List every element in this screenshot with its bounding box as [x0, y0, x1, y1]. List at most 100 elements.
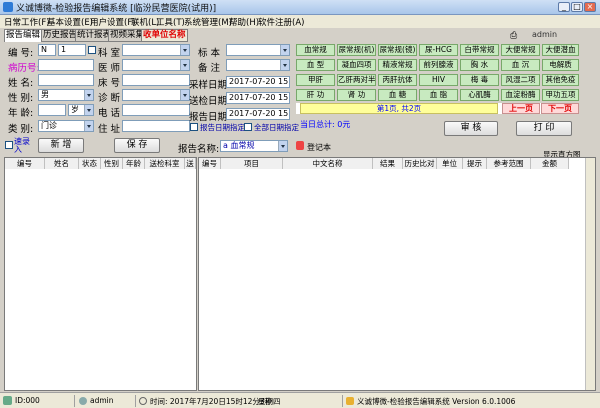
collect-date-input[interactable]: 2017-07-20 15:01 — [226, 76, 290, 88]
diag-select[interactable] — [122, 89, 190, 101]
sample-select[interactable] — [226, 44, 290, 56]
item-button[interactable]: 风湿二项 — [501, 74, 540, 86]
item-button[interactable]: 大便常规 — [501, 44, 540, 56]
item-button[interactable]: 精液常规 — [378, 59, 417, 71]
maximize-button[interactable]: □ — [571, 2, 583, 12]
category-select[interactable]: 门诊 — [38, 120, 94, 132]
quick-entry-checkbox[interactable] — [5, 141, 13, 149]
item-button[interactable]: 血 脂 — [419, 89, 458, 101]
doctor-select[interactable] — [122, 59, 190, 71]
item-button[interactable]: HIV — [419, 74, 458, 86]
col-header[interactable]: 中文名称 — [283, 158, 373, 169]
report-date-input[interactable]: 2017-07-20 15:01 — [226, 108, 290, 120]
col-header[interactable]: 年龄 — [123, 158, 145, 169]
age-input[interactable] — [38, 104, 66, 116]
item-button[interactable]: 白带常规 — [460, 44, 499, 56]
tab-report-edit[interactable]: 报告编辑 — [4, 29, 43, 42]
case-label: 病历号: — [8, 63, 40, 74]
vertical-scrollbar[interactable] — [585, 158, 595, 390]
no-label: 编 号: — [8, 48, 34, 59]
tab-unit-name[interactable]: 收单位名称 — [141, 29, 188, 42]
status-app-version: 义诚博微-检验报告编辑系统 Version 6.0.1006 — [357, 397, 516, 406]
item-button[interactable]: 丙肝抗体 — [378, 74, 417, 86]
item-button[interactable]: 甲肝 — [296, 74, 335, 86]
address-input[interactable] — [122, 120, 190, 132]
menu-register[interactable]: 软件注册(A) — [258, 16, 304, 28]
room-select[interactable] — [122, 44, 190, 56]
col-header[interactable]: 送检科室 — [145, 158, 185, 169]
minimize-button[interactable]: _ — [558, 2, 570, 12]
col-header[interactable]: 姓名 — [45, 158, 79, 169]
notebook-icon[interactable] — [296, 141, 304, 150]
patient-list-table[interactable]: 编号 姓名 状态 性别 年龄 送检科室 送 — [4, 157, 197, 391]
item-button[interactable]: 心肌酶 — [460, 89, 499, 101]
sample-label: 标 本 — [198, 48, 221, 59]
item-button[interactable]: 其他免疫 — [542, 74, 579, 86]
no-input[interactable]: 1 — [58, 44, 86, 56]
no-prefix-select[interactable]: N — [38, 44, 56, 56]
sex-select[interactable]: 男 — [38, 89, 94, 101]
item-button[interactable]: 肝 功 — [296, 89, 335, 101]
item-button[interactable]: 尿常规(镜) — [378, 44, 417, 56]
item-button[interactable]: 前列腺液 — [419, 59, 458, 71]
add-button[interactable]: 新 增 — [38, 138, 84, 153]
col-header[interactable]: 送 — [185, 158, 196, 169]
age-unit-select[interactable]: 岁 — [68, 104, 94, 116]
close-button[interactable]: × — [584, 2, 596, 12]
item-button[interactable]: 大便潜血 — [542, 44, 579, 56]
menu-tools[interactable]: 工具(T) — [156, 16, 185, 28]
phone-input[interactable] — [122, 104, 190, 116]
print-button[interactable]: 打 印 — [516, 121, 572, 136]
menu-user[interactable]: 用户设置(F) — [90, 16, 136, 28]
col-header[interactable]: 结果 — [373, 158, 403, 169]
item-button[interactable]: 甲功五项 — [542, 89, 579, 101]
send-date-label: 送检日期 — [189, 96, 228, 107]
name-label: 姓 名: — [8, 78, 34, 89]
menu-help[interactable]: 帮助(H) — [229, 16, 259, 28]
menu-daily[interactable]: 日常工作(F) — [4, 16, 50, 28]
notebook-link[interactable]: 登记本 — [307, 142, 331, 153]
item-button[interactable]: 乙肝两对半 — [337, 74, 376, 86]
col-header[interactable]: 提示 — [463, 158, 487, 169]
item-button[interactable]: 尿常规(机) — [337, 44, 376, 56]
item-button[interactable]: 血 沉 — [501, 59, 540, 71]
collect-date-label: 采样日期 — [189, 80, 228, 91]
all-date-checkbox[interactable] — [244, 123, 252, 131]
col-header[interactable]: 性别 — [101, 158, 123, 169]
tab-history[interactable]: 历史报告 — [41, 29, 80, 42]
item-button[interactable]: 尿-HCG — [419, 44, 458, 56]
item-button[interactable]: 血淀粉酶 — [501, 89, 540, 101]
col-header[interactable]: 状态 — [79, 158, 101, 169]
item-button[interactable]: 电解质 — [542, 59, 579, 71]
send-date-input[interactable]: 2017-07-20 15:01 — [226, 92, 290, 104]
prev-page-button[interactable]: 上一页 — [502, 103, 540, 114]
item-button[interactable]: 凝血四项 — [337, 59, 376, 71]
col-header[interactable]: 历史比对 — [403, 158, 437, 169]
col-header[interactable]: 金额 — [531, 158, 569, 169]
col-header[interactable]: 项目 — [221, 158, 283, 169]
app-icon — [3, 2, 13, 12]
item-button[interactable]: 血常规 — [296, 44, 335, 56]
col-header[interactable]: 参考范围 — [487, 158, 531, 169]
item-button[interactable]: 血 糖 — [378, 89, 417, 101]
case-input[interactable] — [38, 59, 94, 71]
report-name-select[interactable]: a 血常规 — [220, 140, 288, 152]
col-header[interactable]: 单位 — [437, 158, 463, 169]
name-input[interactable] — [38, 74, 94, 86]
report-date-checkbox[interactable] — [190, 123, 198, 131]
col-header[interactable]: 编号 — [5, 158, 45, 169]
remark-select[interactable] — [226, 59, 290, 71]
no-checkbox[interactable] — [88, 46, 96, 54]
audit-button[interactable]: 审 核 — [444, 121, 498, 136]
item-button[interactable]: 肾 功 — [337, 89, 376, 101]
item-button[interactable]: 梅 毒 — [460, 74, 499, 86]
next-page-button[interactable]: 下一页 — [541, 103, 579, 114]
col-header[interactable]: 编号 — [199, 158, 221, 169]
save-button[interactable]: 保 存 — [114, 138, 160, 153]
item-button[interactable]: 胸 水 — [460, 59, 499, 71]
menu-system[interactable]: 系统管理(M) — [184, 16, 232, 28]
menu-basic[interactable]: 基本设置(E) — [47, 16, 93, 28]
bed-input[interactable] — [122, 74, 190, 86]
result-table[interactable]: 编号 项目 中文名称 结果 历史比对 单位 提示 参考范围 金额 — [198, 157, 596, 391]
item-button[interactable]: 血 型 — [296, 59, 335, 71]
